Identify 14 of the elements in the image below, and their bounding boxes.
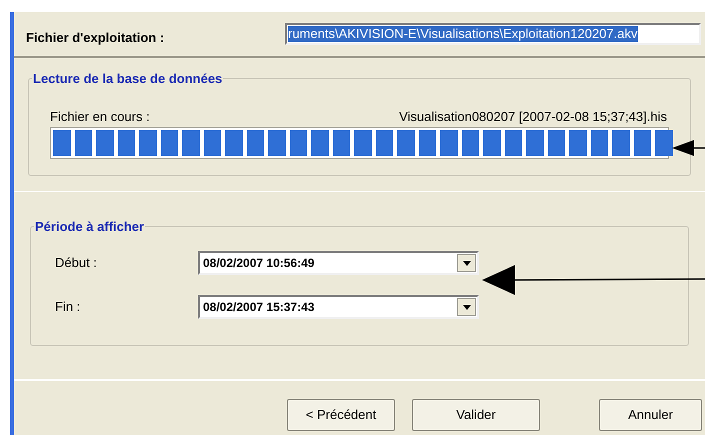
arrow: [672, 140, 705, 156]
date-time-dropdown[interactable]: 08/02/2007 10:56:49: [198, 251, 479, 275]
dialog-button[interactable]: Annuler: [599, 399, 702, 431]
date-time-dropdown[interactable]: 08/02/2007 15:37:43: [198, 295, 479, 319]
file-path-field[interactable]: ruments\AKIVISION-E\Visualisations\Exploitation120207.akv: [285, 23, 701, 45]
dropdown-arrow-icon[interactable]: [462, 260, 470, 266]
field-label: Fin :: [55, 298, 82, 316]
dialog-button[interactable]: Valider: [412, 399, 540, 431]
dialog-button[interactable]: < Précédent: [287, 399, 395, 431]
current-file-text: Visualisation080207 [2007-02-08 15;37;43].his: [399, 108, 667, 125]
dropdown-arrow-icon[interactable]: [462, 304, 470, 310]
field-label: Fichier en cours :: [50, 108, 150, 125]
field-label: Début :: [55, 254, 98, 272]
field-label: Fichier d'exploitation :: [26, 29, 164, 48]
